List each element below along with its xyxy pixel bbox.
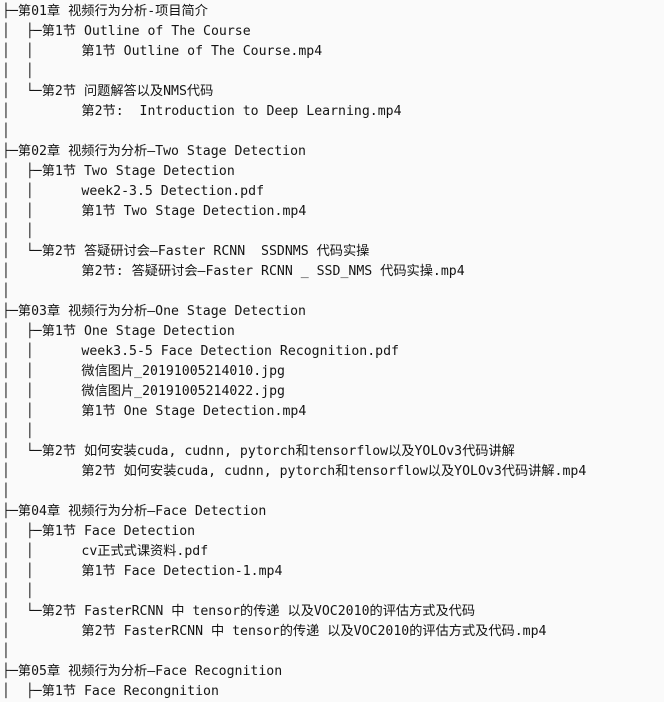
tree-line: │ [2, 124, 10, 139]
tree-line: │ ├─第1节 Face Detection [2, 524, 196, 539]
tree-line: │ [2, 284, 10, 299]
tree-line: │ └─第2节 如何安装cuda, cudnn, pytorch和tensorf… [2, 444, 515, 459]
tree-line: │ ├─第1节 Outline of The Course [2, 24, 251, 39]
tree-line: │ 第2节 如何安装cuda, cudnn, pytorch和tensorflo… [2, 464, 587, 479]
tree-line: │ │ 第1节 Face Detection-1.mp4 [2, 564, 283, 579]
tree-line: │ │ [2, 584, 34, 599]
tree-line: ├─第03章 视频行为分析—One Stage Detection [2, 304, 306, 319]
tree-line: │ │ 第1节 One Stage Detection.mp4 [2, 404, 307, 419]
tree-line: ├─第04章 视频行为分析—Face Detection [2, 504, 267, 519]
tree-line: │ 第2节 FasterRCNN 中 tensor的传递 以及VOC2010的评… [2, 624, 547, 639]
tree-line: │ 第2节: Introduction to Deep Learning.mp4 [2, 104, 402, 119]
tree-line: │ ├─第1节 Two Stage Detection [2, 164, 235, 179]
tree-line: │ │ 微信图片_20191005214022.jpg [2, 384, 285, 399]
tree-line: │ │ 微信图片_20191005214010.jpg [2, 364, 285, 379]
tree-line: │ 第2节: 答疑研讨会—Faster RCNN _ SSD_NMS 代码实操.… [2, 264, 465, 279]
tree-line: │ [2, 484, 10, 499]
tree-line: │ │ week2-3.5 Detection.pdf [2, 184, 265, 199]
tree-line: │ │ cv正式式课资料.pdf [2, 544, 209, 559]
tree-line: │ [2, 644, 10, 659]
tree-line: │ │ 第1节 Outline of The Course.mp4 [2, 44, 323, 59]
tree-line: │ │ [2, 424, 34, 439]
tree-line: ├─第02章 视频行为分析—Two Stage Detection [2, 144, 306, 159]
tree-line: │ │ 第1节 Two Stage Detection.mp4 [2, 204, 307, 219]
tree-line: ├─第01章 视频行为分析-项目简介 [2, 4, 208, 19]
tree-line: │ ├─第1节 One Stage Detection [2, 324, 235, 339]
tree-line: │ └─第2节 FasterRCNN 中 tensor的传递 以及VOC2010… [2, 604, 476, 619]
tree-line: │ └─第2节 答疑研讨会—Faster RCNN SSDNMS 代码实操 [2, 244, 370, 259]
tree-line: │ │ [2, 224, 34, 239]
directory-tree-listing: ├─第01章 视频行为分析-项目简介 │ ├─第1节 Outline of The… [0, 0, 664, 699]
tree-line: ├─第05章 视频行为分析—Face Recognition [2, 664, 283, 679]
tree-line: │ │ [2, 64, 34, 79]
tree-line: │ │ week3.5-5 Face Detection Recognition… [2, 344, 399, 359]
tree-line: │ └─第2节 问题解答以及NMS代码 [2, 84, 214, 99]
tree-line: │ ├─第1节 Face Recongnition [2, 684, 219, 699]
